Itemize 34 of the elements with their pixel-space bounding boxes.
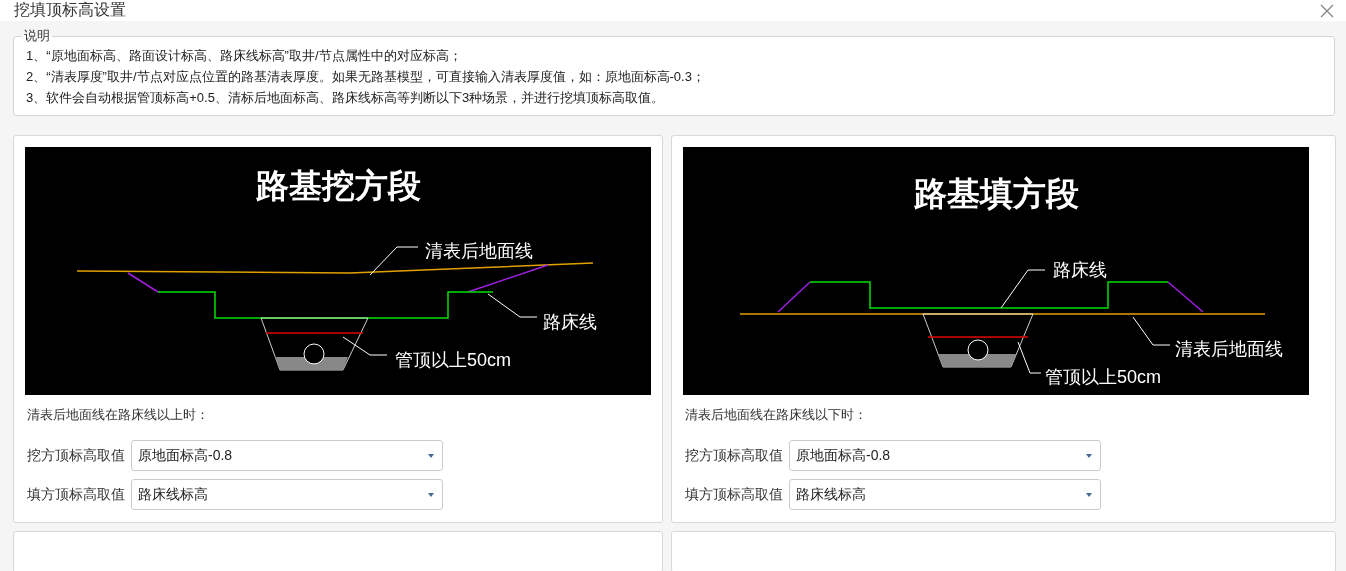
leader-line	[1000, 269, 1046, 309]
scenario-caption: 清表后地面线在路床线以上时：	[27, 406, 210, 424]
diagram-label: 清表后地面线	[1175, 339, 1283, 359]
window-title: 挖填顶标高设置	[14, 0, 126, 20]
caret-icon	[428, 492, 434, 497]
leader-line	[487, 293, 538, 318]
diagram-label: 管顶以上50cm	[395, 350, 511, 370]
leader-line	[342, 336, 388, 356]
close-icon[interactable]	[1320, 3, 1334, 18]
scenario-caption: 清表后地面线在路床线以下时：	[685, 406, 868, 424]
field-label: 挖方顶标高取值	[685, 446, 783, 465]
caret-icon	[1086, 453, 1092, 458]
field-label: 挖方顶标高取值	[27, 446, 125, 465]
dropdown-field[interactable]: 原地面标高-0.8	[789, 440, 1101, 471]
field-label: 填方顶标高取值	[27, 485, 125, 504]
caret-icon	[1086, 492, 1092, 497]
field-label: 填方顶标高取值	[685, 485, 783, 504]
dropdown-field[interactable]: 路床线标高	[789, 479, 1101, 510]
diagram-label: 清表后地面线	[425, 241, 533, 261]
diagram-label: 路床线	[1053, 260, 1107, 280]
notes-legend: 说明	[22, 27, 52, 45]
diagram-label: 管顶以上50cm	[1045, 367, 1161, 387]
leader-line	[1017, 341, 1042, 374]
note-line: 2、“清表厚度”取井/节点对应点位置的路基清表厚度。如果无路基模型，可直接输入清表厚度值，如：原地面标高-0.3；	[26, 68, 706, 86]
diagram-title: 路基挖方段	[255, 167, 421, 204]
leader-line	[369, 246, 419, 276]
note-line: 3、软件会自动根据管顶标高+0.5、清标后地面标高、路床线标高等判断以下3种场景，并进行挖填顶标高取值。	[26, 89, 666, 107]
dropdown-field[interactable]: 路床线标高	[131, 479, 443, 510]
leader-line	[1132, 316, 1171, 346]
dropdown-field[interactable]: 原地面标高-0.8	[131, 440, 443, 471]
caret-icon	[428, 453, 434, 458]
diagram-label: 路床线	[543, 312, 597, 332]
note-line: 1、“原地面标高、路面设计标高、路床线标高”取井/节点属性中的对应标高；	[26, 47, 463, 65]
diagram-title: 路基填方段	[913, 175, 1079, 212]
